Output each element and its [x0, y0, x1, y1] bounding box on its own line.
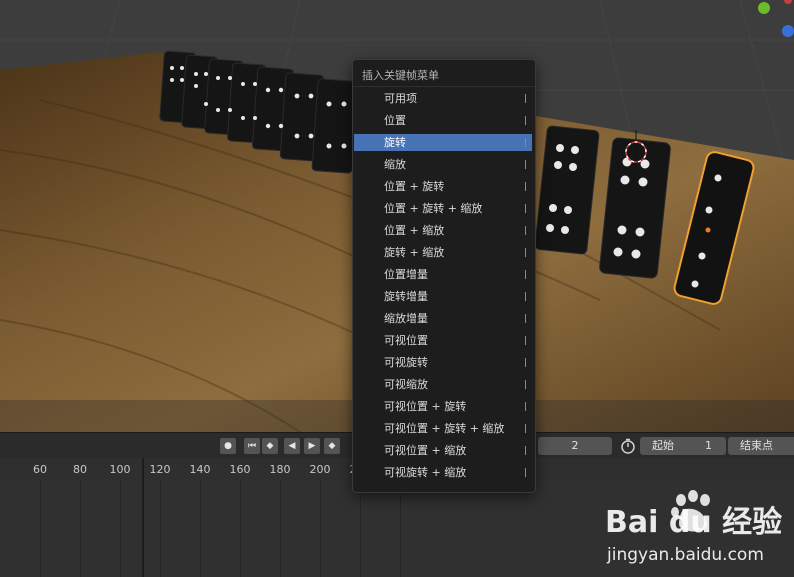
menu-item-label: 位置增量	[384, 268, 428, 281]
jump-to-keyframe-prev-icon[interactable]: ◆	[262, 438, 278, 454]
menu-item-label: 可视缩放	[384, 378, 428, 391]
gizmo-y-axis-icon[interactable]	[758, 2, 770, 14]
watermark-url: jingyan.baidu.com	[606, 545, 764, 565]
frame-gridline	[400, 480, 401, 577]
ruler-tick-label: 140	[189, 463, 211, 476]
menu-item-hotkey-mark	[525, 292, 526, 301]
menu-item[interactable]: 旋转增量	[354, 288, 532, 305]
menu-item[interactable]: 可视旋转	[354, 354, 532, 371]
menu-item[interactable]: 可视位置 + 旋转 + 缩放	[354, 420, 532, 437]
menu-item-label: 可视位置 + 缩放	[384, 444, 467, 457]
insert-keyframe-menu: 插入关键帧菜单 可用项位置旋转缩放位置 + 旋转位置 + 旋转 + 缩放 位置 +…	[352, 59, 536, 493]
record-button[interactable]: ●	[220, 438, 236, 454]
menu-item-label: 可用项	[384, 92, 417, 105]
menu-item-hotkey-mark	[525, 402, 526, 411]
menu-item[interactable]: 可视缩放	[354, 376, 532, 393]
frame-gridline	[80, 480, 81, 577]
menu-item[interactable]: 缩放增量	[354, 310, 532, 327]
menu-item[interactable]: 可视位置	[354, 332, 532, 349]
playhead[interactable]	[142, 458, 144, 577]
menu-item-label: 位置 + 旋转	[384, 180, 445, 193]
stopwatch-icon[interactable]	[620, 438, 636, 454]
ruler-tick-label: 80	[73, 463, 87, 476]
menu-item-label: 位置	[384, 114, 406, 127]
start-frame-label: 起始	[652, 439, 674, 452]
frame-gridline	[120, 480, 121, 577]
frame-gridline	[160, 480, 161, 577]
menu-item-hotkey-mark	[525, 204, 526, 213]
frame-gridline	[200, 480, 201, 577]
menu-item-hotkey-mark	[525, 380, 526, 389]
current-frame-field[interactable]: 2	[538, 437, 612, 455]
menu-item-hotkey-mark	[525, 182, 526, 191]
start-frame-value: 1	[705, 439, 712, 452]
menu-item-label: 旋转 + 缩放	[384, 246, 445, 259]
menu-item[interactable]: 可视旋转 + 缩放	[354, 464, 532, 481]
frame-gridline	[320, 480, 321, 577]
baidu-jingyan-watermark: Bai du 经验 jingyan.baidu.com	[605, 490, 782, 565]
menu-title: 插入关键帧菜单	[362, 69, 439, 82]
menu-item-label: 位置 + 缩放	[384, 224, 445, 237]
menu-item[interactable]: 可视位置 + 旋转	[354, 398, 532, 415]
frame-gridline	[40, 480, 41, 577]
menu-item-hotkey-mark	[525, 358, 526, 367]
menu-item-hotkey-mark	[525, 160, 526, 169]
start-frame-field[interactable]: 起始 1	[640, 437, 726, 455]
play-reverse-icon[interactable]: ◀	[284, 438, 300, 454]
menu-item[interactable]: 位置 + 缩放	[354, 222, 532, 239]
ruler-tick-label: 100	[109, 463, 131, 476]
menu-item-label: 可视位置 + 旋转 + 缩放	[384, 422, 505, 435]
ruler-tick-label: 160	[229, 463, 251, 476]
ruler-tick-label: 120	[149, 463, 171, 476]
ruler-tick-label: 180	[269, 463, 291, 476]
menu-item-hotkey-mark	[525, 446, 526, 455]
menu-item[interactable]: 可用项	[354, 90, 532, 107]
frame-gridline	[280, 480, 281, 577]
menu-item-hotkey-mark	[525, 94, 526, 103]
menu-item-label: 旋转增量	[384, 290, 428, 303]
jump-to-keyframe-next-icon[interactable]: ◆	[324, 438, 340, 454]
menu-item-hotkey-mark	[525, 336, 526, 345]
menu-item-label: 缩放增量	[384, 312, 428, 325]
menu-item-hotkey-mark	[525, 248, 526, 257]
menu-item-hotkey-mark	[525, 270, 526, 279]
menu-item[interactable]: 旋转 + 缩放	[354, 244, 532, 261]
menu-item-label: 可视旋转	[384, 356, 428, 369]
end-frame-field[interactable]: 结束点	[728, 437, 794, 455]
menu-item-hotkey-mark	[525, 468, 526, 477]
menu-item[interactable]: 位置 + 旋转 + 缩放	[354, 200, 532, 217]
watermark-brand: Bai du 经验	[605, 505, 782, 540]
play-icon[interactable]: ▶	[304, 438, 320, 454]
gizmo-z-axis-icon[interactable]	[782, 25, 794, 37]
menu-item-label: 可视位置	[384, 334, 428, 347]
menu-item-hotkey-mark	[525, 116, 526, 125]
menu-item[interactable]: 位置 + 旋转	[354, 178, 532, 195]
menu-item-hotkey-mark	[525, 138, 526, 147]
menu-item[interactable]: 位置增量	[354, 266, 532, 283]
menu-item[interactable]: 可视位置 + 缩放	[354, 442, 532, 459]
menu-item-hotkey-mark	[525, 424, 526, 433]
menu-item[interactable]: 位置	[354, 112, 532, 129]
menu-item[interactable]: 旋转	[354, 134, 532, 151]
menu-item-hotkey-mark	[525, 314, 526, 323]
ruler-tick-label: 60	[33, 463, 47, 476]
menu-divider	[353, 86, 535, 87]
menu-item-hotkey-mark	[525, 226, 526, 235]
frame-gridline	[240, 480, 241, 577]
menu-item-label: 可视旋转 + 缩放	[384, 466, 467, 479]
menu-item-label: 缩放	[384, 158, 406, 171]
menu-item-label: 可视位置 + 旋转	[384, 400, 467, 413]
jump-to-start-icon[interactable]: ⏮	[244, 438, 260, 454]
ruler-tick-label: 200	[309, 463, 331, 476]
menu-item-label: 旋转	[384, 136, 406, 149]
menu-item[interactable]: 缩放	[354, 156, 532, 173]
menu-item-label: 位置 + 旋转 + 缩放	[384, 202, 483, 215]
frame-gridline	[360, 480, 361, 577]
